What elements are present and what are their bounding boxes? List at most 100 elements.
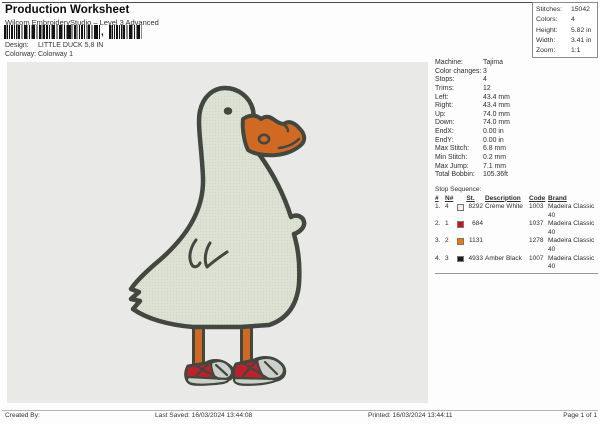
machine-info-row: Trims: 12	[435, 85, 599, 94]
summary-value: 15042	[571, 6, 590, 13]
machine-info-label: EndY:	[435, 136, 454, 144]
summary-label: Stitches:	[536, 6, 563, 13]
machine-info-value: 43.4 mm	[483, 93, 510, 101]
duck-shoe-right	[232, 356, 287, 386]
machine-info-value: 6.8 mm	[483, 145, 506, 153]
machine-info-label: Min Stitch:	[435, 153, 468, 161]
footer-divider	[2, 410, 598, 411]
duck-beak	[240, 113, 307, 158]
thread-color-swatch	[457, 204, 464, 211]
barcode-comma: ,	[101, 27, 104, 38]
machine-info-label: Left:	[435, 93, 449, 101]
duck-beak-nostril	[257, 133, 271, 145]
machine-info-row: EndX: 0.00 in	[435, 128, 599, 137]
summary-row-stitches: Stitches: 15042	[536, 5, 594, 15]
machine-info-row: Min Stitch: 0.2 mm	[435, 154, 599, 163]
machine-info-label: Machine:	[435, 59, 463, 66]
summary-label: Zoom:	[536, 47, 556, 55]
stop-row-code: 1007	[529, 254, 544, 262]
machine-info-value: 7.1 mm	[483, 162, 506, 170]
thread-color-swatch	[457, 238, 464, 245]
summary-box: Stitches: 15042 Colors: 4 Height: 5.82 i…	[532, 2, 598, 58]
machine-info-label: Color changes:	[435, 67, 482, 75]
stop-sequence-title: Stop Sequence:	[435, 186, 482, 193]
page-title: Production Worksheet	[5, 4, 130, 16]
design-label: Design:	[5, 42, 29, 49]
stop-row-description: Amber Black	[485, 254, 522, 262]
machine-info-row: Machine: Tajima	[435, 59, 599, 68]
duck-embroidery-image	[128, 85, 307, 386]
stop-row-num: 3.	[435, 237, 441, 245]
stop-row-brand: Madeira Classic 40	[548, 203, 595, 219]
col-header-brand: Brand	[548, 194, 567, 202]
stop-row-n-num: 2	[445, 237, 449, 245]
stop-row-n-num: 4	[445, 203, 449, 211]
stop-row-brand: Madeira Classic 40	[548, 237, 595, 254]
machine-info-row: Max Stitch: 6.8 mm	[435, 145, 599, 154]
stop-row-num: 1.	[435, 203, 441, 211]
duck-leg-right	[240, 322, 253, 366]
barcode: ,	[4, 25, 144, 39]
stop-row-brand: Madeira Classic 40	[548, 254, 595, 271]
col-header-num: #	[435, 194, 439, 202]
thread-color-swatch	[457, 255, 464, 263]
stop-row-code: 1278	[529, 237, 544, 245]
stop-row-brand: Madeira Classic 40	[548, 220, 595, 236]
stop-sequence-panel: Stop Sequence: # N# St. Description Code…	[435, 185, 600, 275]
duck-shoe-left	[184, 359, 236, 386]
summary-label: Height:	[536, 26, 558, 34]
design-canvas	[7, 62, 428, 403]
machine-info-row: Left: 43.4 mm	[435, 94, 599, 103]
stop-row-n-num: 3	[445, 254, 449, 262]
footer-page-number: Page 1 of 1	[563, 412, 597, 419]
colorway-value: Colorway 1	[38, 51, 74, 58]
summary-row-width: Width: 3.41 in	[536, 36, 594, 46]
stop-sequence-bottom-rule	[435, 273, 598, 275]
machine-info-label: Max Stitch:	[435, 145, 470, 153]
machine-info-row: Color changes: 3	[435, 68, 599, 77]
footer-printed: Printed: 16/03/2024 13:44:11	[368, 412, 453, 419]
stop-row-st: 684	[472, 220, 483, 228]
stop-row-n-num: 1	[445, 220, 449, 228]
stop-row-num: 2.	[435, 220, 441, 228]
machine-info-value: 74.0 mm	[483, 119, 510, 127]
top-divider	[2, 2, 598, 3]
machine-info-row: Down: 74.0 mm	[435, 119, 599, 128]
col-header-description: Description	[485, 194, 521, 202]
design-value: LITTLE DUCK 5,8 IN	[38, 42, 104, 49]
machine-info-value: 12	[483, 84, 491, 92]
machine-info-value: 43.4 mm	[483, 102, 510, 110]
machine-info-value: 0.00 in	[483, 128, 504, 135]
stop-row-st: 4933	[468, 254, 483, 262]
machine-info-value: 0.00 in	[483, 136, 504, 144]
duck-leg-left	[192, 322, 205, 368]
machine-info-value: 0.2 mm	[483, 153, 506, 161]
stop-row-code: 1003	[529, 203, 544, 211]
machine-info-panel: Machine: Tajima Color changes: 3 Stops: 4 Trim…	[435, 59, 599, 180]
machine-info-value: 3	[483, 67, 487, 75]
production-worksheet-page: { "header": { "title": "Production Works…	[0, 0, 600, 424]
summary-value: 5.82 in	[571, 26, 592, 34]
duck-eye	[223, 107, 233, 115]
machine-info-label: Up:	[435, 110, 446, 118]
summary-value: 1:1	[571, 47, 581, 55]
machine-info-label: Stops:	[435, 76, 455, 84]
barcode-bars-left	[4, 25, 101, 39]
machine-info-row: EndY: 0.00 in	[435, 137, 599, 146]
col-header-code: Code	[529, 194, 546, 202]
summary-row-zoom: Zoom: 1:1	[536, 46, 594, 56]
summary-row-height: Height: 5.82 in	[536, 26, 594, 36]
machine-info-value: 105.36ft	[483, 171, 508, 179]
machine-info-row: Total Bobbin: 105.36ft	[435, 171, 599, 180]
summary-label: Colors:	[536, 16, 558, 24]
summary-value: 4	[571, 16, 575, 24]
machine-info-label: Trims:	[435, 84, 454, 92]
stop-row-st: 1131	[469, 237, 483, 245]
machine-info-label: EndX:	[435, 128, 454, 135]
summary-label: Width:	[536, 36, 556, 44]
footer-last-saved: Last Saved: 16/03/2024 13:44:08	[155, 412, 253, 419]
design-row: Design: LITTLE DUCK 5,8 IN	[5, 42, 103, 49]
colorway-row: Colorway: Colorway 1	[5, 51, 73, 58]
machine-info-label: Total Bobbin:	[435, 171, 475, 179]
machine-info-row: Max Jump: 7.1 mm	[435, 163, 599, 172]
